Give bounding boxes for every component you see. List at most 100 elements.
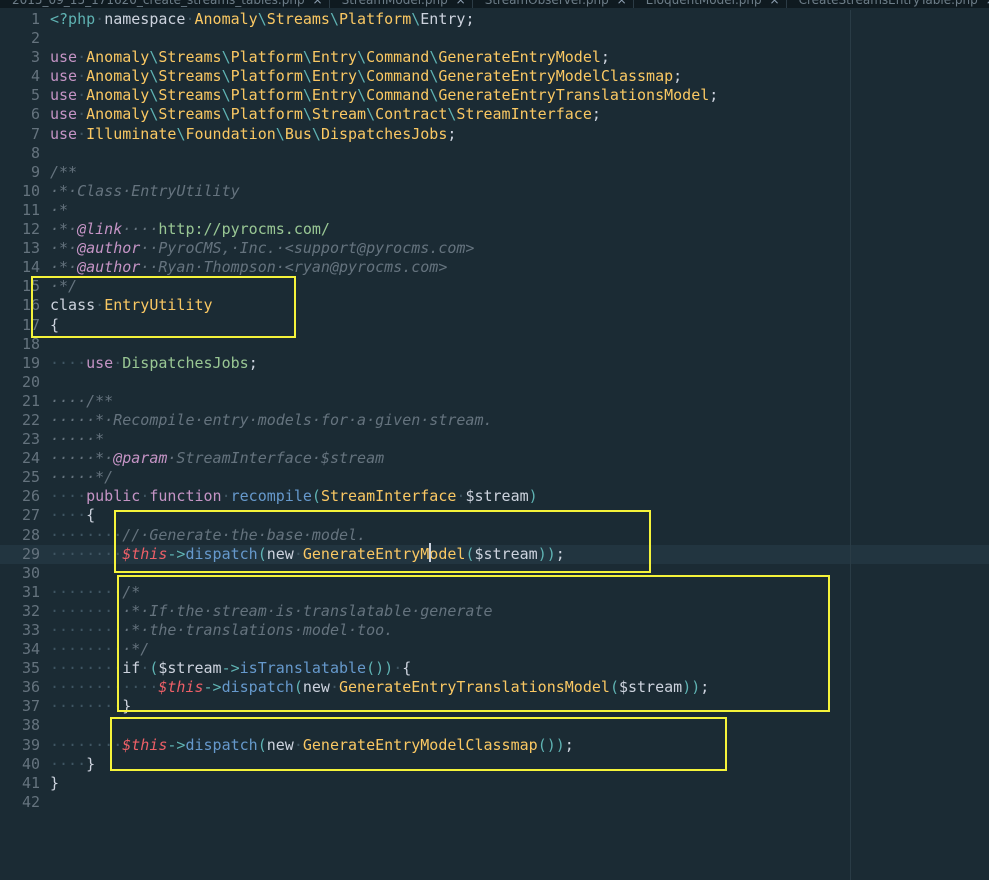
code-content: ·*·@author··Ryan·Thompson·<ryan@pyrocms.… bbox=[40, 258, 447, 277]
code-line[interactable]: 20 bbox=[0, 373, 989, 392]
code-line[interactable]: 3 use·Anomaly\Streams\Platform\Entry\Comm… bbox=[0, 48, 989, 67]
line-number: 17 bbox=[21, 315, 40, 334]
code-line[interactable]: 26 ····public·function·recompile(StreamIn… bbox=[0, 487, 989, 506]
code-line[interactable]: 32 ·········*·If·the·stream·is·translatab… bbox=[0, 602, 989, 621]
line-number: 19 bbox=[21, 353, 40, 372]
code-line[interactable]: 13 ·*·@author··PyroCMS,·Inc.·<support@pyr… bbox=[0, 239, 989, 258]
code-token: ·····*· bbox=[50, 449, 114, 468]
code-line[interactable]: 12 ·*·@link····http://pyrocms.com/ bbox=[0, 220, 989, 239]
code-line[interactable]: 1 <?php·namespace·Anomaly\Streams\Platfor… bbox=[0, 10, 989, 29]
code-line[interactable]: 5 use·Anomaly\Streams\Platform\Entry\Comm… bbox=[0, 86, 989, 105]
tab-label: StreamModel.php bbox=[341, 0, 448, 7]
code-content: ····{ bbox=[40, 506, 95, 525]
tab-label: 2015_09_15_171620_create_streams_tables.… bbox=[12, 0, 305, 7]
code-line[interactable]: 11 ·* bbox=[0, 201, 989, 220]
tab-close-icon[interactable]: × bbox=[617, 0, 627, 6]
tab-1[interactable]: 2015_09_15_171620_create_streams_tables.… bbox=[0, 0, 330, 8]
tab-close-icon[interactable]: × bbox=[313, 0, 323, 6]
code-line[interactable]: 19 ····use·DispatchesJobs; bbox=[0, 354, 989, 373]
code-token: ·*· bbox=[50, 239, 78, 258]
code-token: · bbox=[393, 659, 403, 678]
code-token: ; bbox=[709, 86, 719, 105]
code-line[interactable]: 29 ········$this->dispatch(new·GenerateEn… bbox=[0, 544, 989, 564]
code-line[interactable]: 28 ········//·Generate·the·base·model. bbox=[0, 526, 989, 545]
code-content: ········} bbox=[40, 697, 131, 716]
tab-close-icon[interactable]: × bbox=[456, 0, 466, 6]
tab-3[interactable]: StreamObserver.php × bbox=[473, 0, 634, 8]
code-line[interactable]: 16 class·EntryUtility bbox=[0, 296, 989, 315]
code-token: Command bbox=[366, 86, 430, 105]
code-line[interactable]: 15 ·*/ bbox=[0, 277, 989, 296]
code-line[interactable]: 24 ·····*·@param·StreamInterface·$stream bbox=[0, 449, 989, 468]
code-token: StreamInterface bbox=[320, 487, 457, 506]
code-line[interactable]: 2 bbox=[0, 29, 989, 48]
code-content: use·Illuminate\Foundation\Bus\Dispatches… bbox=[40, 125, 456, 144]
code-token: · bbox=[77, 105, 87, 124]
tab-close-icon[interactable]: × bbox=[770, 0, 780, 6]
line-number: 10 bbox=[21, 181, 40, 200]
code-line[interactable]: 8 bbox=[0, 144, 989, 163]
code-token: $ bbox=[474, 544, 484, 563]
code-line[interactable]: 35 ········if·($stream->isTranslatable())… bbox=[0, 659, 989, 678]
code-line[interactable]: 36 ············$this->dispatch(new·Genera… bbox=[0, 678, 989, 697]
code-token: Anomaly bbox=[86, 48, 150, 67]
code-token: ; bbox=[555, 544, 565, 563]
tab-2[interactable]: StreamModel.php × bbox=[330, 0, 473, 8]
code-token: -> bbox=[203, 678, 222, 697]
tab-5[interactable]: CreateStreamsEntryTable.php× bbox=[787, 0, 989, 8]
tab-4[interactable]: EloquentModel.php × bbox=[634, 0, 787, 8]
code-line[interactable]: 23 ·····* bbox=[0, 430, 989, 449]
code-token: ········ bbox=[50, 601, 123, 620]
code-line[interactable]: 4 use·Anomaly\Streams\Platform\Entry\Comm… bbox=[0, 67, 989, 86]
code-line[interactable]: 7 use·Illuminate\Foundation\Bus\Dispatche… bbox=[0, 125, 989, 144]
code-token: $this bbox=[122, 544, 168, 563]
code-line[interactable]: 31 ········/* bbox=[0, 583, 989, 602]
code-token: Entry bbox=[420, 10, 466, 28]
code-token: ··Ryan·Thompson·<ryan@pyrocms.com> bbox=[140, 258, 448, 277]
code-token: )) bbox=[682, 678, 701, 697]
code-line[interactable]: 41} bbox=[0, 774, 989, 793]
code-line[interactable]: 42 bbox=[0, 793, 989, 812]
code-line[interactable]: 25 ·····*/ bbox=[0, 468, 989, 487]
code-token: ; bbox=[591, 105, 601, 124]
code-line[interactable]: 33 ·········*·the·translations·model·too. bbox=[0, 621, 989, 640]
code-line[interactable]: 40 ····} bbox=[0, 755, 989, 774]
code-editor[interactable]: 1 <?php·namespace·Anomaly\Streams\Platfor… bbox=[0, 10, 989, 880]
code-line[interactable]: 27 ····{ bbox=[0, 506, 989, 525]
code-line[interactable]: 30 bbox=[0, 564, 989, 583]
code-token: @param bbox=[113, 449, 168, 468]
code-token: ; bbox=[465, 10, 475, 28]
code-token: GenerateEntryModelClassmap bbox=[438, 67, 674, 86]
code-token: Anomaly bbox=[86, 86, 150, 105]
code-token: StreamInterface bbox=[456, 105, 592, 124]
code-line[interactable]: 38 bbox=[0, 716, 989, 735]
code-token: ···· bbox=[50, 353, 87, 372]
code-token: @author bbox=[77, 258, 141, 277]
code-line[interactable]: 9 /** bbox=[0, 163, 989, 182]
code-line[interactable]: 34 ·········*/ bbox=[0, 640, 989, 659]
code-content: ·*·@author··PyroCMS,·Inc.·<support@pyroc… bbox=[40, 239, 474, 258]
code-token: Entry bbox=[311, 86, 358, 105]
code-content: use·Anomaly\Streams\Platform\Entry\Comma… bbox=[40, 67, 682, 86]
code-line[interactable]: 6 use·Anomaly\Streams\Platform\Stream\Con… bbox=[0, 105, 989, 124]
line-number: 7 bbox=[30, 124, 40, 143]
code-line[interactable]: 18 bbox=[0, 335, 989, 354]
code-token: ·*·the·translations·model·too. bbox=[122, 621, 394, 639]
code-token: ········ bbox=[50, 659, 123, 678]
code-content: ·····*/ bbox=[40, 468, 113, 487]
code-token: $this bbox=[122, 735, 168, 754]
code-line[interactable]: 14 ·*·@author··Ryan·Thompson·<ryan@pyrocm… bbox=[0, 258, 989, 277]
line-number: 13 bbox=[21, 239, 40, 258]
code-token: DispatchesJobs bbox=[122, 353, 249, 372]
line-number: 36 bbox=[21, 678, 40, 697]
code-line[interactable]: 39 ········$this->dispatch(new·GenerateEn… bbox=[0, 736, 989, 755]
code-token: Anomaly bbox=[194, 10, 258, 28]
code-line[interactable]: 17 { bbox=[0, 316, 989, 335]
line-number: 40 bbox=[21, 754, 40, 773]
code-content: ····use·DispatchesJobs; bbox=[40, 354, 258, 373]
code-line[interactable]: 22 ·····*·Recompile·entry·models·for·a·gi… bbox=[0, 411, 989, 430]
code-line[interactable]: 37 ········} bbox=[0, 697, 989, 716]
line-number: 39 bbox=[21, 735, 40, 754]
code-line[interactable]: 10 ·*·Class·EntryUtility bbox=[0, 182, 989, 201]
code-line[interactable]: 21 ····/** bbox=[0, 392, 989, 411]
